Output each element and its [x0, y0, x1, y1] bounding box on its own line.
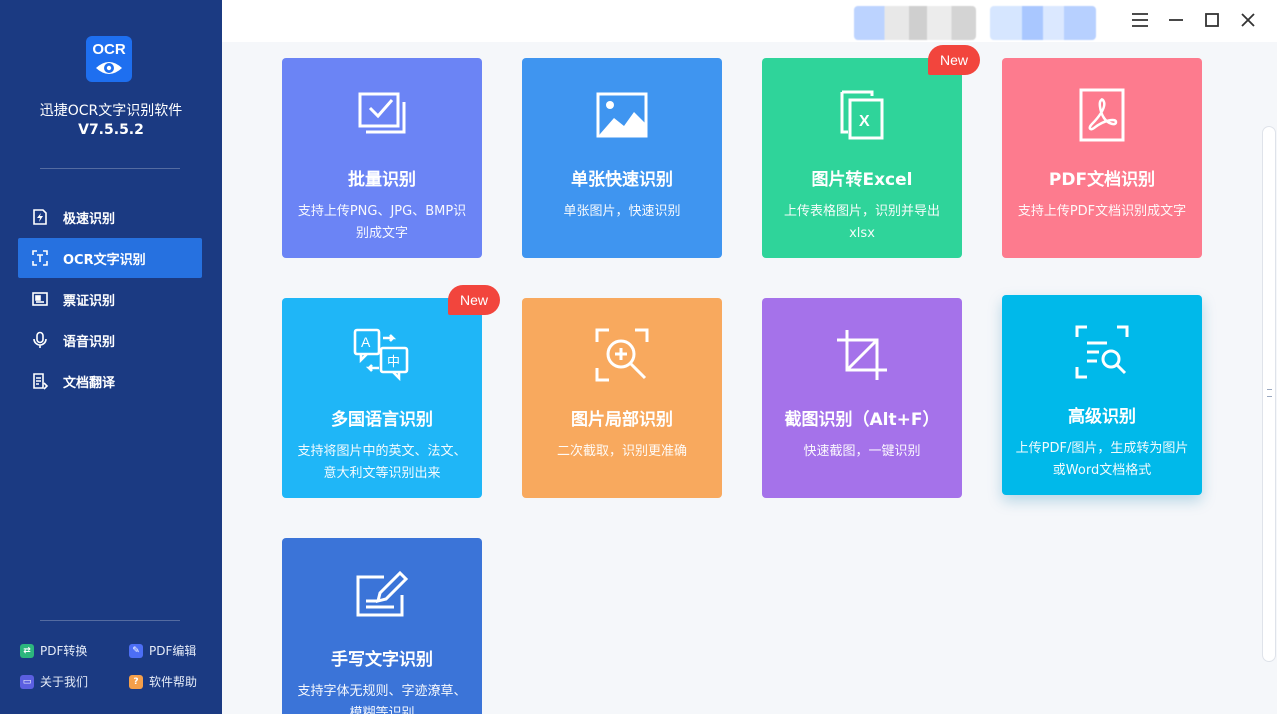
card-desc: 支持上传PDF文档识别成文字 [1017, 204, 1187, 219]
sidebar-divider [40, 168, 180, 169]
new-badge: New [928, 45, 981, 75]
help-icon: ? [129, 674, 143, 689]
card-title: 图片转Excel [811, 170, 913, 190]
pdf-edit-icon: ✎ [129, 643, 143, 658]
sidebar-item-label: 极速识别 [63, 211, 116, 227]
card-desc: 支持字体无规则、字迹潦草、模糊等识别 [297, 684, 467, 714]
blurred-account-info [990, 6, 1096, 40]
title-bar [222, 0, 1277, 42]
sidebar-item-label: 文档翻译 [63, 375, 116, 391]
about-icon: ▭ [20, 674, 34, 689]
sidebar-item-label: 票证识别 [63, 293, 116, 309]
about-us-label: 关于我们 [40, 675, 89, 689]
card-title: 高级识别 [1068, 407, 1136, 427]
card-desc: 上传PDF/图片，生成转为图片或Word文档格式 [1015, 441, 1189, 478]
card-partial-recognition[interactable]: 图片局部识别 二次截取，识别更准确 [522, 298, 722, 498]
help-label: 软件帮助 [149, 675, 198, 689]
logo-text: OCR [92, 41, 126, 58]
card-desc: 单张图片，快速识别 [563, 204, 681, 219]
sidebar-item-translate[interactable]: 文档翻译 [18, 361, 202, 401]
batch-check-icon [282, 86, 482, 144]
minimize-icon [1169, 19, 1183, 21]
card-single-quick[interactable]: 单张快速识别 单张图片，快速识别 [522, 58, 722, 258]
card-title: PDF文档识别 [1048, 170, 1156, 190]
card-title: 批量识别 [348, 170, 416, 190]
sidebar-item-label: 语音识别 [63, 334, 116, 350]
vertical-scrollbar[interactable] [1262, 126, 1276, 662]
image-icon [522, 86, 722, 144]
card-desc: 支持上传PNG、JPG、BMP识别成文字 [297, 204, 467, 241]
hamburger-icon [1132, 13, 1148, 27]
card-title: 手写文字识别 [331, 650, 433, 670]
doc-search-icon [1002, 323, 1202, 381]
new-badge: New [448, 285, 501, 315]
card-multi-language[interactable]: A中 多国语言识别 支持将图片中的英文、法文、意大利文等识别出来 [282, 298, 482, 498]
excel-icon: X [762, 86, 962, 144]
about-us-link[interactable]: ▭ 关于我们 [20, 673, 88, 690]
card-desc: 二次截取，识别更准确 [556, 444, 687, 459]
sidebar: OCR 迅捷OCR文字识别软件 V7.5.5.2 极速识别 OCR文字识别 票证… [0, 0, 222, 714]
maximize-icon [1205, 13, 1219, 27]
language-icon-letter-a: A [361, 334, 371, 350]
card-handwriting-recognition[interactable]: 手写文字识别 支持字体无规则、字迹潦草、模糊等识别 [282, 538, 482, 714]
pdf-icon [1002, 86, 1202, 144]
menu-button[interactable] [1128, 8, 1152, 32]
sidebar-item-ticket[interactable]: 票证识别 [18, 279, 202, 319]
pdf-convert-icon: ⇄ [20, 643, 34, 658]
close-button[interactable] [1236, 8, 1260, 32]
sidebar-item-label: OCR文字识别 [63, 252, 146, 268]
crop-icon [762, 326, 962, 384]
eye-icon [96, 62, 122, 74]
card-screenshot-recognition[interactable]: 截图识别（Alt+F） 快速截图，一键识别 [762, 298, 962, 498]
sidebar-item-voice[interactable]: 语音识别 [18, 320, 202, 360]
app-logo: OCR [86, 36, 132, 82]
lightning-doc-icon [30, 207, 50, 227]
pdf-edit-link[interactable]: ✎ PDF编辑 [129, 642, 196, 659]
help-link[interactable]: ? 软件帮助 [129, 673, 197, 690]
card-desc: 快速截图，一键识别 [803, 444, 921, 459]
blurred-user-info [854, 6, 976, 40]
id-card-icon [30, 289, 50, 309]
pdf-edit-label: PDF编辑 [149, 644, 197, 658]
sidebar-item-ocr[interactable]: OCR文字识别 [18, 238, 202, 278]
card-batch-recognition[interactable]: 批量识别 支持上传PNG、JPG、BMP识别成文字 [282, 58, 482, 258]
card-advanced-recognition[interactable]: 高级识别 上传PDF/图片，生成转为图片或Word文档格式 [1002, 295, 1202, 495]
handwrite-icon [282, 566, 482, 624]
pdf-convert-link[interactable]: ⇄ PDF转换 [20, 642, 87, 659]
language-icon: A中 [282, 326, 482, 384]
scan-frame-icon [30, 248, 50, 268]
minimize-button[interactable] [1164, 8, 1188, 32]
language-icon-letter-zhong: 中 [387, 355, 400, 370]
app-name: 迅捷OCR文字识别软件 [39, 103, 183, 119]
card-title: 单张快速识别 [571, 170, 673, 190]
app-version: V7.5.5.2 [78, 122, 144, 138]
zoom-in-icon [522, 326, 722, 384]
maximize-button[interactable] [1200, 8, 1224, 32]
close-icon [1241, 13, 1255, 27]
card-desc: 支持将图片中的英文、法文、意大利文等识别出来 [297, 444, 467, 481]
card-title: 截图识别（Alt+F） [784, 410, 940, 430]
svg-text:X: X [859, 113, 870, 130]
microphone-icon [30, 330, 50, 350]
card-desc: 上传表格图片，识别并导出xlsx [783, 204, 940, 241]
scrollbar-grip [1267, 389, 1272, 397]
sidebar-footer-divider [40, 620, 180, 621]
translate-doc-icon [30, 371, 50, 391]
sidebar-item-fast-recognition[interactable]: 极速识别 [18, 197, 202, 237]
card-title: 图片局部识别 [571, 410, 673, 430]
card-pdf-recognition[interactable]: PDF文档识别 支持上传PDF文档识别成文字 [1002, 58, 1202, 258]
pdf-convert-label: PDF转换 [40, 644, 88, 658]
card-image-to-excel[interactable]: X 图片转Excel 上传表格图片，识别并导出xlsx [762, 58, 962, 258]
card-title: 多国语言识别 [331, 410, 433, 430]
